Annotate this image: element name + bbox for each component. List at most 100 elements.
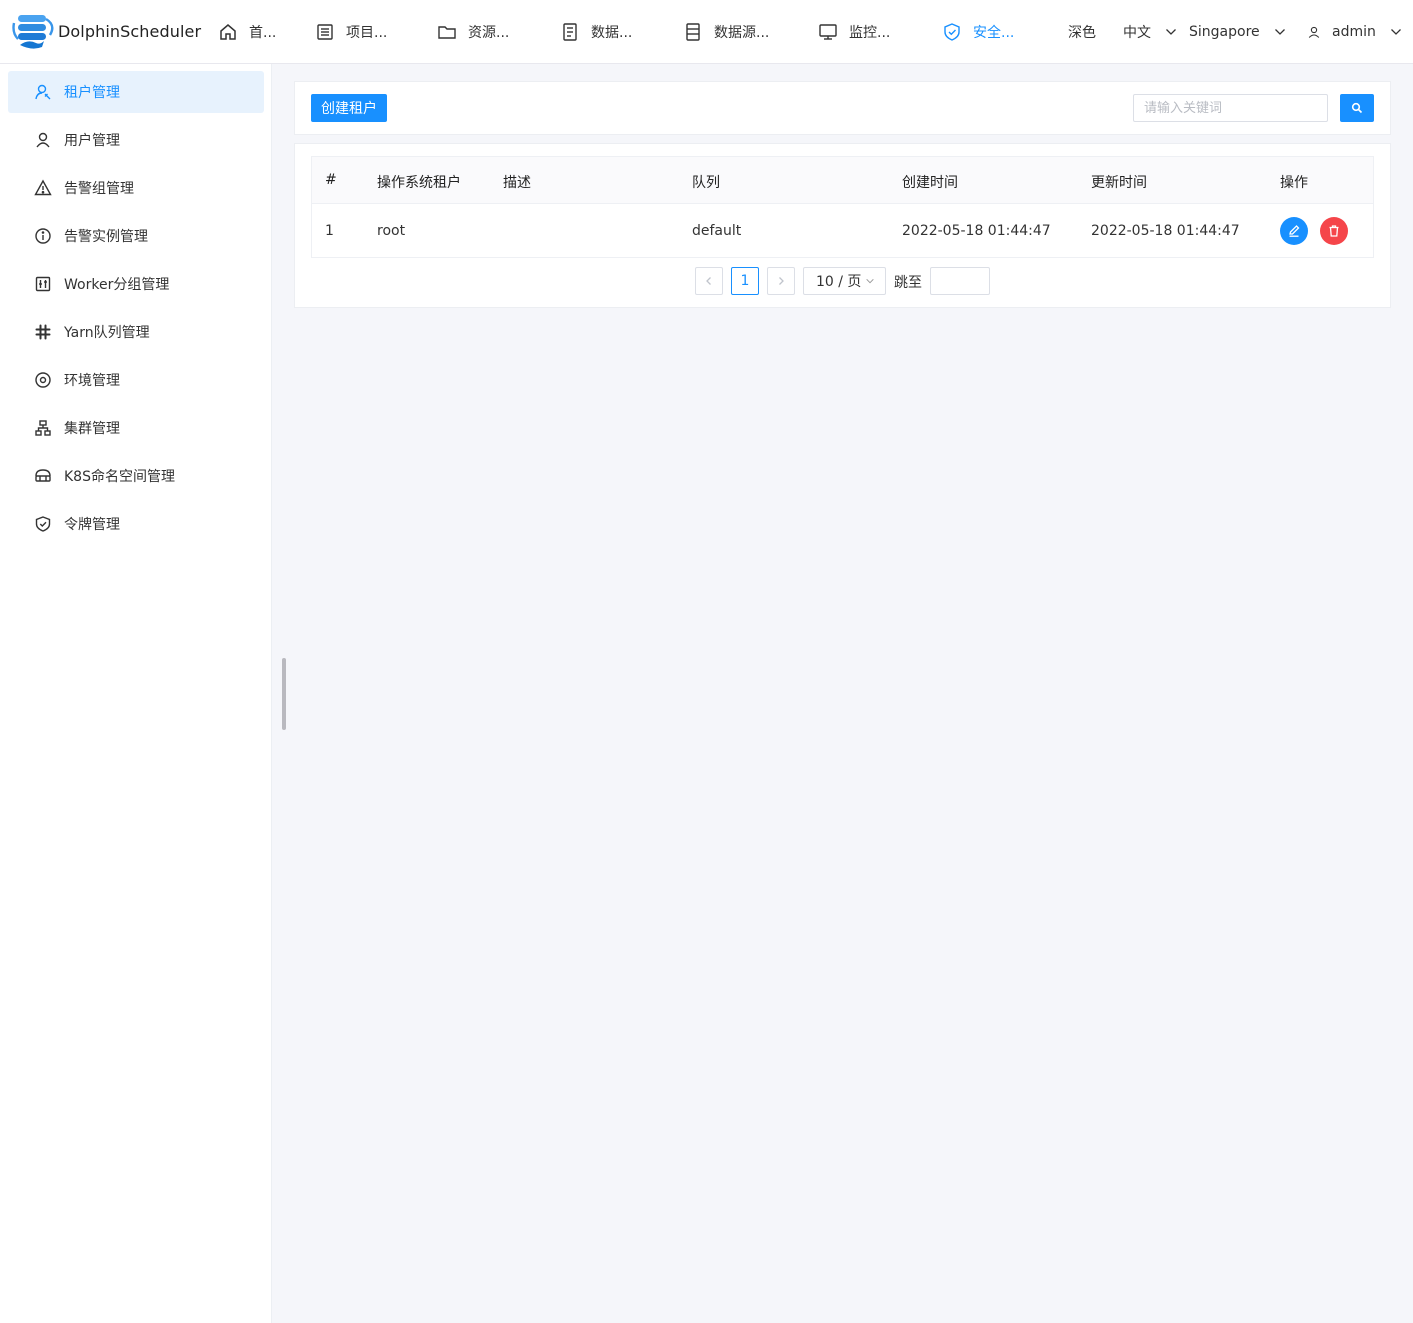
nav-resource-label: 资源... <box>468 25 510 41</box>
nav-data-label: 数据... <box>591 25 633 41</box>
sidebar-item-label: 告警组管理 <box>64 181 134 197</box>
home-icon <box>220 24 236 40</box>
worker-group-icon <box>35 276 51 292</box>
next-page-button[interactable] <box>767 267 795 295</box>
sidebar-item-label: Yarn队列管理 <box>64 325 150 341</box>
prev-page-button[interactable] <box>695 267 723 295</box>
sidebar-item-label: 租户管理 <box>64 85 120 101</box>
chevron-right-icon <box>779 277 784 285</box>
search-button[interactable] <box>1340 94 1374 122</box>
column-header-description: 描述 <box>503 175 531 191</box>
column-header-queue: 队列 <box>692 175 720 191</box>
nav-security-label: 安全... <box>973 25 1015 41</box>
table-header <box>312 157 1373 204</box>
sidebar-item-alert-group[interactable]: 告警组管理 <box>8 167 264 209</box>
user-icon <box>1308 26 1320 38</box>
sidebar-item-worker-group[interactable]: Worker分组管理 <box>8 263 264 305</box>
trash-icon <box>1329 225 1339 237</box>
nav-security[interactable]: 安全... <box>942 19 1014 45</box>
sidebar: 租户管理 用户管理 告警组管理 告警实例管理 Worker分组管理 Yarn队列… <box>0 64 272 1323</box>
chevron-down-icon <box>1274 29 1285 35</box>
search-input[interactable] <box>1133 94 1328 122</box>
sidebar-item-label: 告警实例管理 <box>64 229 148 245</box>
column-header-tenant: 操作系统租户 <box>377 175 461 191</box>
chevron-down-icon <box>1166 29 1176 35</box>
timezone-select[interactable]: Singapore <box>1189 21 1286 43</box>
project-icon <box>317 24 333 40</box>
sidebar-item-cluster[interactable]: 集群管理 <box>8 407 264 449</box>
user-menu[interactable]: admin <box>1308 21 1402 43</box>
cell-updated: 2022-05-18 01:44:47 <box>1091 223 1240 239</box>
nav-data[interactable]: 数据... <box>560 19 632 45</box>
column-header-updated: 更新时间 <box>1091 175 1147 191</box>
page-size-select[interactable]: 10 / 页 <box>803 267 886 295</box>
cell-tenant: root <box>377 223 406 239</box>
user-icon <box>36 132 50 148</box>
datasource-icon <box>686 23 700 41</box>
jump-label: 跳至 <box>894 275 922 291</box>
sidebar-item-label: 集群管理 <box>64 421 120 437</box>
edit-button[interactable] <box>1280 217 1308 245</box>
page-1-button[interactable]: 1 <box>731 267 759 295</box>
delete-button[interactable] <box>1320 217 1348 245</box>
tenant-table: # 操作系统租户 描述 队列 创建时间 更新时间 操作 1 root defau… <box>311 156 1374 258</box>
nav-home[interactable]: 首... <box>218 19 276 45</box>
nav-datasource-label: 数据源... <box>714 25 770 41</box>
sidebar-item-label: K8S命名空间管理 <box>64 469 175 485</box>
language-label: 中文 <box>1123 25 1151 41</box>
sidebar-item-user[interactable]: 用户管理 <box>8 119 264 161</box>
location-pin-icon <box>35 372 51 388</box>
token-shield-icon <box>35 516 51 532</box>
warning-triangle-icon <box>34 179 52 196</box>
nav-home-label: 首... <box>249 25 277 41</box>
sidebar-item-tenant[interactable]: 租户管理 <box>8 71 264 113</box>
jump-page-input[interactable] <box>930 267 990 295</box>
user-label: admin <box>1332 24 1376 40</box>
cell-created: 2022-05-18 01:44:47 <box>902 223 1051 239</box>
nav-resource[interactable]: 资源... <box>437 19 509 45</box>
edit-pencil-icon <box>1289 225 1300 237</box>
dolphin-logo-icon <box>12 15 54 49</box>
create-tenant-button[interactable]: 创建租户 <box>311 94 387 122</box>
sidebar-item-label: 环境管理 <box>64 373 120 389</box>
sidebar-item-yarn-queue[interactable]: Yarn队列管理 <box>8 311 264 353</box>
column-header-index: # <box>325 172 337 188</box>
timezone-label: Singapore <box>1189 24 1260 40</box>
sidebar-resize-handle[interactable] <box>282 658 286 730</box>
theme-toggle[interactable]: 深色 <box>1068 21 1096 43</box>
data-icon <box>563 23 577 41</box>
sidebar-item-token[interactable]: 令牌管理 <box>8 503 264 545</box>
chevron-left-icon <box>706 277 711 285</box>
shield-check-icon <box>944 23 960 41</box>
tenant-icon <box>35 84 51 100</box>
cell-index: 1 <box>325 223 334 239</box>
chevron-down-icon <box>1390 29 1401 35</box>
app-name: DolphinScheduler <box>58 22 202 41</box>
page-size-label: 10 / 页 <box>816 274 862 290</box>
nav-monitor-label: 监控... <box>849 25 891 41</box>
sidebar-item-label: Worker分组管理 <box>64 277 170 293</box>
nav-project[interactable]: 项目... <box>315 19 387 45</box>
sidebar-item-label: 用户管理 <box>64 133 120 149</box>
sidebar-item-label: 令牌管理 <box>64 517 120 533</box>
column-header-created: 创建时间 <box>902 175 958 191</box>
sidebar-item-environment[interactable]: 环境管理 <box>8 359 264 401</box>
info-circle-icon <box>35 228 51 244</box>
folder-icon <box>438 26 456 39</box>
cell-queue: default <box>692 223 742 239</box>
nav-project-label: 项目... <box>346 25 388 41</box>
chevron-down-icon <box>866 278 875 284</box>
sidebar-item-k8s-namespace[interactable]: K8S命名空间管理 <box>8 455 264 497</box>
sidebar-item-alert-instance[interactable]: 告警实例管理 <box>8 215 264 257</box>
theme-label: 深色 <box>1068 25 1096 41</box>
monitor-icon <box>819 24 837 40</box>
k8s-namespace-icon <box>35 469 51 482</box>
top-navbar: DolphinScheduler 首... 项目... 资源... 数据... … <box>0 0 1413 64</box>
slack-icon <box>35 324 51 340</box>
cluster-icon <box>35 420 51 436</box>
nav-monitor[interactable]: 监控... <box>818 19 890 45</box>
language-select[interactable]: 中文 <box>1123 21 1177 43</box>
column-header-operation: 操作 <box>1280 175 1308 191</box>
nav-datasource[interactable]: 数据源... <box>683 19 769 45</box>
search-icon <box>1351 102 1363 114</box>
